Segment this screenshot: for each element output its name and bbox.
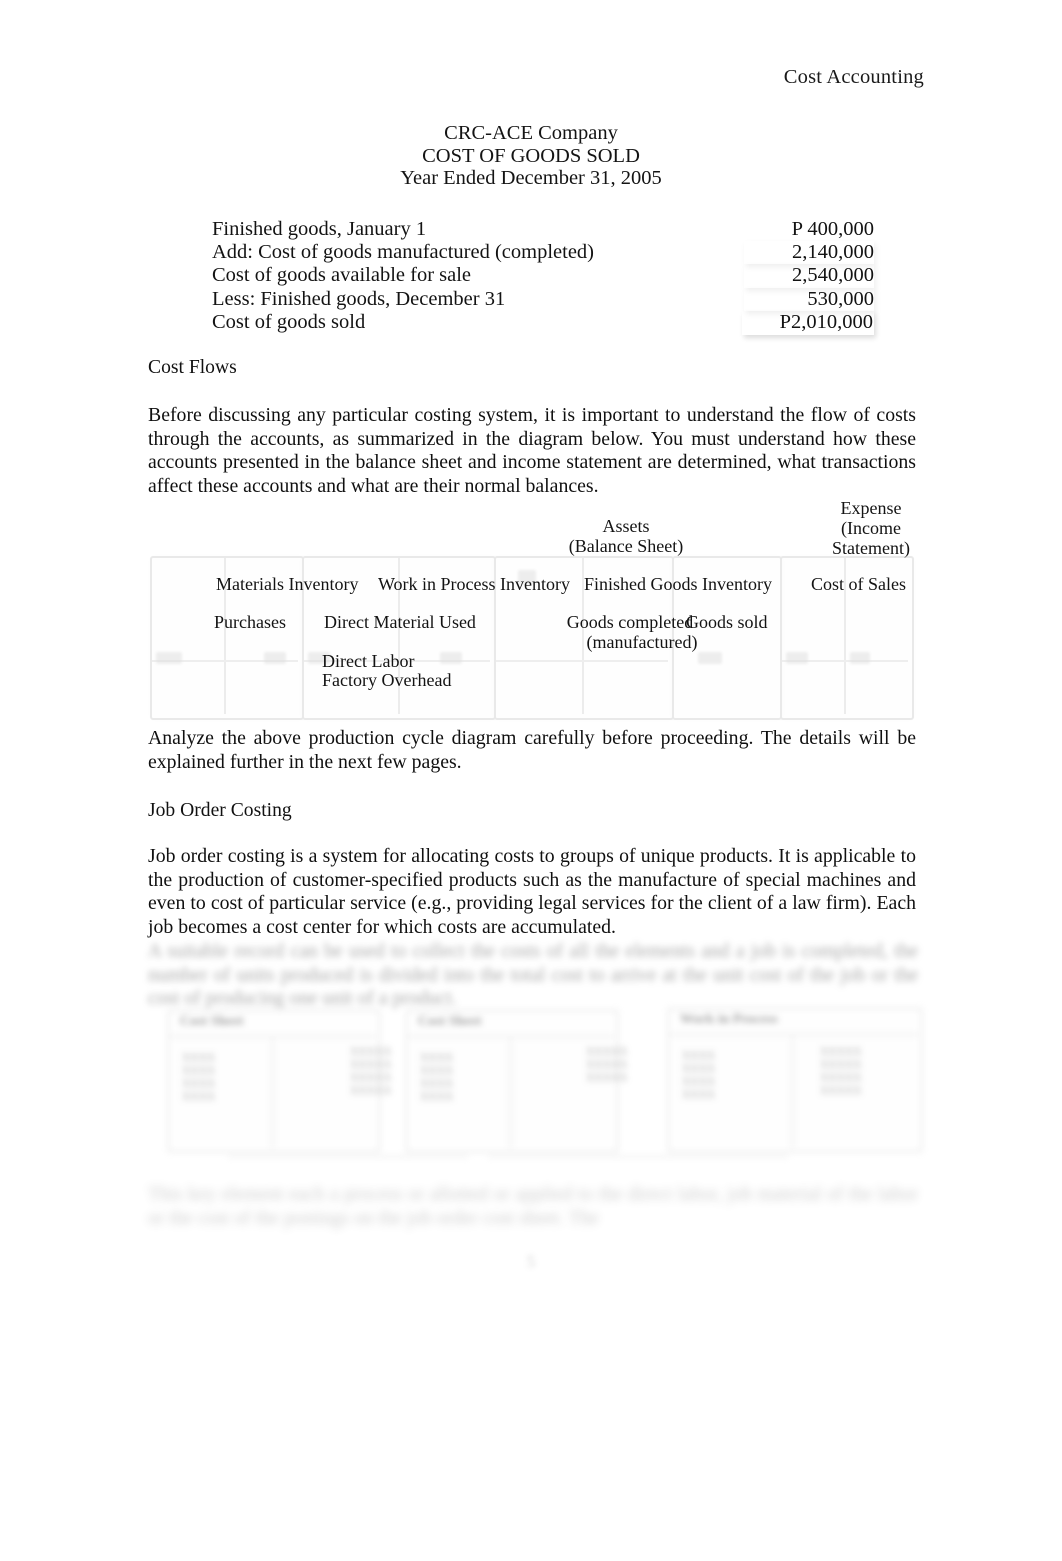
row-label: Add: Cost of goods manufactured (complet… [212, 241, 595, 264]
blurred-card-body: XXXX XXXX XXXX XXXX [420, 1052, 454, 1103]
row-label: Cost of goods available for sale [212, 264, 472, 287]
table-row: Cost of goods available for sale 2,540,0… [212, 264, 874, 287]
blurred-connector [488, 1156, 788, 1158]
diagram-account-finished-goods: Finished Goods Inventory [584, 574, 772, 594]
row-amount: 2,540,000 [744, 264, 874, 287]
row-amount: P2,010,000 [742, 311, 874, 335]
row-label: Finished goods, January 1 [212, 218, 427, 240]
blurred-card-divider [792, 1036, 794, 1148]
t-rule-fg [496, 660, 668, 662]
heading-cost-flows: Cost Flows [148, 357, 237, 378]
blurred-paragraph-lower: This key element each a process or allot… [148, 1184, 918, 1229]
statement-company: CRC-ACE Company [444, 122, 618, 144]
blurred-card-body: XXXXX XXXXX XXXXX [586, 1046, 628, 1084]
blurred-card-divider [272, 1038, 274, 1148]
table-row: Add: Cost of goods manufactured (complet… [212, 241, 874, 264]
heading-job-order-costing: Job Order Costing [148, 800, 292, 821]
paragraph-analyze-diagram: Analyze the above production cycle diagr… [148, 727, 916, 773]
diagram-entry-direct-labor: Direct Labor [322, 651, 415, 671]
table-row: Finished goods, January 1 P 400,000 [212, 218, 874, 241]
running-header: Cost Accounting [783, 66, 924, 88]
blurred-card-divider [510, 1038, 512, 1148]
blurred-job-cost-diagram: Cost Sheet Cost Sheet Work in Process XX… [168, 1000, 922, 1160]
diagram-account-cost-of-sales: Cost of Sales [811, 574, 907, 594]
diagram-group-assets-line1: Assets [602, 516, 650, 536]
blurred-card-rule [670, 1034, 918, 1036]
diagram-account-work-in-process: Work in Process Inventory [378, 574, 571, 594]
cost-of-goods-sold-table: Finished goods, January 1 P 400,000 Add:… [212, 218, 874, 335]
diagram-group-expense-line1: Expense [840, 498, 902, 518]
blurred-card-body: XXXXX XXXXX XXXXX XXXXX [820, 1046, 862, 1097]
row-label: Cost of goods sold [212, 310, 366, 333]
t-amount-mark [264, 652, 286, 664]
t-amount-mark [698, 652, 722, 664]
diagram-entry-factory-overhead: Factory Overhead [322, 670, 452, 690]
table-row: Less: Finished goods, December 31 530,00… [212, 288, 874, 311]
blurred-card-heading-1: Cost Sheet [180, 1014, 244, 1029]
paragraph-cost-flows: Before discussing any particular costing… [148, 404, 916, 497]
t-amount-mark [156, 652, 182, 664]
row-amount: P 400,000 [791, 218, 874, 240]
page-number: 5 [526, 1252, 536, 1271]
row-label: Less: Finished goods, December 31 [212, 287, 506, 310]
diagram-entry-goods-sold: Goods sold [686, 612, 768, 632]
blurred-card-heading-3: Work in Process [680, 1012, 778, 1027]
table-row-total: Cost of goods sold P2,010,000 [212, 311, 874, 335]
blurred-card-body: XXXX XXXX XXXX XXXX [682, 1050, 716, 1101]
production-cycle-diagram: Assets (Balance Sheet) Expense (Income S… [146, 498, 916, 720]
t-amount-mark [850, 652, 870, 664]
diagram-group-expense: Expense (Income Statement) [786, 498, 956, 559]
diagram-entry-purchases: Purchases [214, 612, 286, 632]
statement-period: Year Ended December 31, 2005 [400, 167, 662, 190]
diagram-group-assets: Assets (Balance Sheet) [476, 516, 776, 556]
diagram-entry-direct-material-used: Direct Material Used [324, 612, 476, 632]
row-amount: 2,140,000 [744, 241, 874, 264]
statement-title-block: CRC-ACE Company COST OF GOODS SOLD Year … [0, 122, 1062, 190]
blurred-card-body: XXXXX XXXXX XXXXX XXXXX [350, 1046, 392, 1097]
t-amount-mark [786, 652, 808, 664]
paragraph-job-order-costing: Job order costing is a system for alloca… [148, 845, 916, 938]
diagram-entry-manufactured: (manufactured) [586, 632, 698, 652]
diagram-account-materials-inventory: Materials Inventory [216, 574, 359, 594]
blurred-connector [228, 1156, 468, 1158]
statement-title: COST OF GOODS SOLD [422, 144, 640, 167]
row-amount: 530,000 [744, 288, 874, 311]
t-amount-mark [440, 652, 462, 664]
diagram-group-assets-line2: (Balance Sheet) [568, 536, 684, 557]
blurred-card-body: XXXX XXXX XXXX XXXX [182, 1052, 216, 1103]
document-page: Cost Accounting CRC-ACE Company COST OF … [0, 0, 1062, 1561]
blurred-card-heading-2: Cost Sheet [418, 1014, 482, 1029]
diagram-group-expense-line2: (Income [841, 518, 901, 539]
